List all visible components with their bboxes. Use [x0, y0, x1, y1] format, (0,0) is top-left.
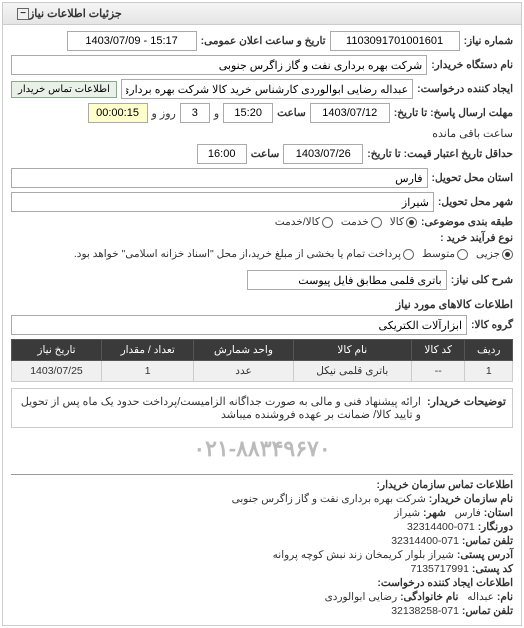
- c-addr-label: آدرس پستی:: [457, 549, 513, 561]
- c-city: شیراز: [394, 507, 420, 519]
- city-label: شهر محل تحویل:: [438, 196, 513, 208]
- c-family-label: نام خانوادگی:: [400, 591, 458, 603]
- goods-section-title: اطلاعات کالاهای مورد نیاز: [11, 298, 513, 311]
- c-org: شرکت بهره برداری نفت و گاز زاگرس جنوبی: [232, 493, 426, 505]
- c-city-label: شهر:: [423, 507, 446, 519]
- creator-section-title: اطلاعات ایجاد کننده درخواست:: [11, 577, 513, 589]
- c-phone-label: تلفن تماس:: [462, 535, 513, 547]
- time-label-2: ساعت: [251, 148, 280, 160]
- c-name: عبداله: [467, 591, 494, 603]
- validity-label: حداقل تاریخ اعتبار قیمت: تا تاریخ:: [367, 148, 513, 160]
- radio-goods[interactable]: [406, 217, 417, 228]
- province-label: استان محل تحویل:: [432, 172, 513, 184]
- remain-label: ساعت باقی مانده: [432, 127, 513, 140]
- c-addr: شیراز بلوار کریمخان زند نبش کوچه پروانه: [273, 549, 454, 561]
- desc-label: توضیحات خریدار:: [427, 395, 506, 421]
- c-province: فارس: [455, 507, 481, 519]
- general-desc-label: شرح کلی نیاز:: [451, 274, 513, 286]
- c-postal-label: کد پستی:: [472, 563, 513, 575]
- category-radio-group: کالا خدمت کالا/خدمت: [275, 216, 417, 228]
- c-postal: 7135717991: [411, 563, 469, 575]
- creator-input[interactable]: [121, 79, 413, 99]
- radio-both[interactable]: [322, 217, 333, 228]
- time-label-1: ساعت: [277, 107, 306, 119]
- validity-time-input[interactable]: [197, 144, 247, 164]
- th-date: تاریخ نیاز: [12, 340, 102, 361]
- general-desc-input[interactable]: [247, 270, 447, 290]
- panel-title: جزئیات اطلاعات نیاز: [29, 7, 122, 20]
- request-no-input[interactable]: [330, 31, 460, 51]
- and-label: و: [214, 107, 219, 120]
- desc-text: ارائه پیشنهاد فنی و مالی به صورت جداگانه…: [18, 395, 421, 421]
- group-input[interactable]: [11, 315, 467, 335]
- buyer-org-input[interactable]: [11, 55, 427, 75]
- td-date: 1403/07/25: [12, 361, 102, 382]
- c-fax: 071-32314400: [407, 521, 475, 533]
- c-fax-label: دورنگار:: [478, 521, 513, 533]
- radio-minor[interactable]: [502, 249, 513, 260]
- proc-medium-label: متوسط: [422, 248, 455, 260]
- buyer-org-label: نام دستگاه خریدار:: [431, 59, 513, 71]
- td-name: باتری قلمی نیکل: [293, 361, 411, 382]
- radio-note[interactable]: [403, 249, 414, 260]
- days-input[interactable]: [180, 103, 210, 123]
- collapse-icon[interactable]: −: [17, 8, 29, 20]
- watermark-phone: ۰۲۱-۸۸۳۴۹۶۷۰: [11, 428, 513, 470]
- c-province-label: استان:: [484, 507, 513, 519]
- panel-header: جزئیات اطلاعات نیاز −: [3, 3, 521, 25]
- c-phone2: 071-32138258: [391, 605, 459, 617]
- cat-service-label: خدمت: [341, 216, 369, 228]
- radio-service[interactable]: [371, 217, 382, 228]
- contact-title: اطلاعات تماس سازمان خریدار:: [11, 479, 513, 491]
- th-unit: واحد شمارش: [194, 340, 293, 361]
- announce-input[interactable]: [67, 31, 197, 51]
- c-phone2-label: تلفن تماس:: [462, 605, 513, 617]
- c-phone: 071-32314400: [391, 535, 459, 547]
- contact-info-button[interactable]: اطلاعات تماس خریدار: [11, 81, 117, 98]
- process-label: نوع فرآیند خرید :: [440, 232, 513, 244]
- table-header-row: ردیف کد کالا نام کالا واحد شمارش تعداد /…: [12, 340, 513, 361]
- td-qty: 1: [101, 361, 193, 382]
- reply-time-input[interactable]: [223, 103, 273, 123]
- remain-input[interactable]: [88, 103, 148, 123]
- cat-goods-label: کالا: [390, 216, 404, 228]
- td-unit: عدد: [194, 361, 293, 382]
- cat-both-label: کالا/خدمت: [275, 216, 320, 228]
- details-panel: جزئیات اطلاعات نیاز − شماره نیاز: تاریخ …: [2, 2, 522, 626]
- proc-note-label: پرداخت تمام یا بخشی از مبلغ خرید،از محل …: [74, 248, 401, 260]
- buyer-description-box: توضیحات خریدار: ارائه پیشنهاد فنی و مالی…: [11, 388, 513, 428]
- group-label: گروه کالا:: [471, 319, 513, 331]
- th-row: ردیف: [465, 340, 513, 361]
- contact-section: اطلاعات تماس سازمان خریدار: نام سازمان خ…: [11, 474, 513, 617]
- province-input[interactable]: [11, 168, 428, 188]
- validity-date-input[interactable]: [283, 144, 363, 164]
- process-radio-group: جزیی متوسط پرداخت تمام یا بخشی از مبلغ خ…: [74, 248, 513, 260]
- c-family: رضایی ابوالوردی: [325, 591, 398, 603]
- radio-medium[interactable]: [457, 249, 468, 260]
- c-name-label: نام:: [497, 591, 513, 603]
- proc-minor-label: جزیی: [476, 248, 500, 260]
- city-input[interactable]: [11, 192, 434, 212]
- reply-date-input[interactable]: [310, 103, 390, 123]
- c-org-label: نام سازمان خریدار:: [429, 493, 513, 505]
- request-no-label: شماره نیاز:: [464, 35, 513, 47]
- category-label: طبقه بندی موضوعی:: [421, 216, 513, 228]
- panel-body: شماره نیاز: تاریخ و ساعت اعلان عمومی: نا…: [3, 25, 521, 625]
- td-code: --: [411, 361, 465, 382]
- th-name: نام کالا: [293, 340, 411, 361]
- reply-deadline-label: مهلت ارسال پاسخ: تا تاریخ:: [394, 107, 513, 119]
- td-row: 1: [465, 361, 513, 382]
- th-code: کد کالا: [411, 340, 465, 361]
- goods-table: ردیف کد کالا نام کالا واحد شمارش تعداد /…: [11, 339, 513, 382]
- day-label: روز و: [152, 107, 176, 120]
- creator-label: ایجاد کننده درخواست:: [417, 83, 513, 95]
- table-row[interactable]: 1 -- باتری قلمی نیکل عدد 1 1403/07/25: [12, 361, 513, 382]
- th-qty: تعداد / مقدار: [101, 340, 193, 361]
- announce-label: تاریخ و ساعت اعلان عمومی:: [201, 35, 326, 47]
